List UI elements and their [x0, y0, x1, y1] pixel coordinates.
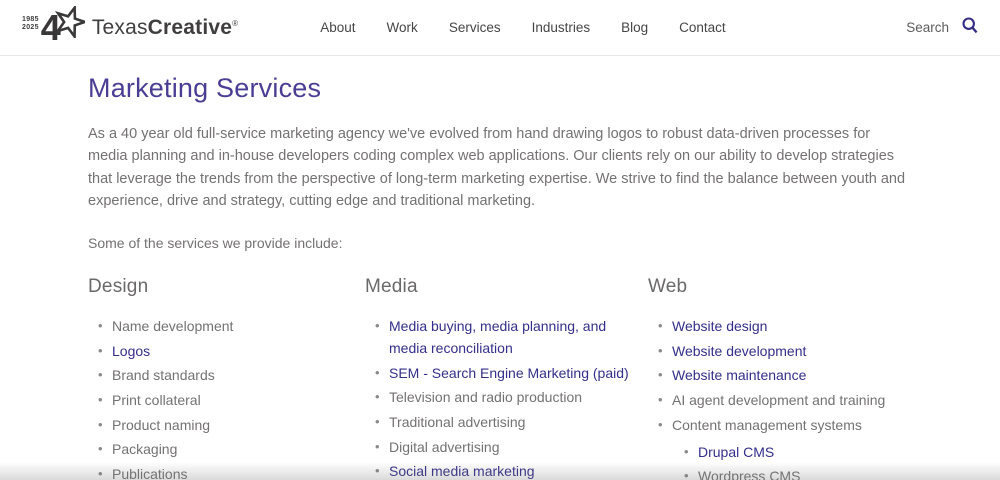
service-list-item: Television and radio production	[375, 386, 648, 408]
intro-paragraph: As a 40 year old full-service marketing …	[88, 126, 906, 209]
registered-mark: ®	[232, 18, 239, 28]
services-lead: Some of the services we provide include:	[88, 235, 343, 252]
search-control[interactable]: Search	[906, 16, 978, 39]
service-label: Traditional advertising	[389, 413, 526, 430]
service-label: Television and radio production	[389, 389, 583, 406]
nav-item-industries[interactable]: Industries	[532, 20, 591, 35]
star-icon	[54, 4, 89, 43]
page-content: Marketing Services As a 40 year old full…	[0, 56, 1000, 480]
service-list-item: Publications	[98, 463, 365, 480]
service-link[interactable]: SEM - Search Engine Marketing (paid)	[389, 365, 629, 381]
service-list-item: Product naming	[98, 414, 365, 436]
service-column-media: Media Media buying, media planning, and m…	[365, 276, 648, 480]
site-header: 1985 2025 4 TexasCreative® About Work Se…	[0, 0, 1000, 56]
service-link[interactable]: Media buying, media planning, and media …	[389, 318, 606, 356]
service-label: AI agent development and training	[672, 391, 886, 408]
service-link[interactable]: Website development	[672, 343, 806, 359]
service-link[interactable]: Website maintenance	[672, 367, 806, 383]
brand-wordmark: TexasCreative®	[92, 16, 238, 40]
service-label: Wordpress CMS	[698, 468, 801, 480]
anniversary-year-end: 2025	[22, 23, 39, 31]
service-list-item: Brand standards	[98, 364, 365, 386]
service-link[interactable]: Social media marketing	[389, 463, 535, 479]
service-label: Brand standards	[112, 367, 215, 384]
service-list-item: Packaging	[98, 438, 365, 460]
brand-name-bold: Creative	[147, 15, 233, 39]
service-list: Drupal CMSWordpress CMSExpressionEngine …	[672, 441, 900, 480]
anniversary-years: 1985 2025	[22, 16, 39, 32]
service-list: Website design Website development Website…	[648, 315, 912, 480]
column-heading: Design	[88, 276, 149, 298]
service-label: Print collateral	[112, 391, 201, 408]
search-icon[interactable]	[962, 16, 978, 39]
service-label: Digital advertising	[389, 438, 500, 455]
service-list-item: SEM - Search Engine Marketing (paid)	[375, 362, 648, 384]
column-heading: Media	[365, 276, 418, 298]
nav-item-blog[interactable]: Blog	[621, 20, 648, 35]
service-label: Packaging	[112, 441, 178, 458]
service-list-item: Print collateral	[98, 389, 365, 411]
brand-name-regular: Texas	[91, 15, 148, 39]
service-link[interactable]: Website design	[672, 318, 767, 334]
nav-item-about[interactable]: About	[320, 20, 355, 35]
service-list-item: Media buying, media planning, and media …	[375, 315, 648, 359]
service-list-item: Logos	[98, 340, 365, 362]
anniversary-year-start: 1985	[22, 15, 39, 23]
service-column-web: WebWebsite designWebsite developmentWebs…	[648, 276, 912, 480]
nav-item-services[interactable]: Services	[449, 20, 501, 35]
service-list-item: Social media marketing	[375, 460, 648, 480]
service-list: Name development Logos Brand standards Prin…	[88, 315, 365, 480]
service-label: Name development	[112, 318, 234, 335]
service-label: Publications	[112, 465, 188, 480]
service-label: Product naming	[112, 416, 211, 433]
page-title: Marketing Services	[88, 73, 322, 103]
service-link[interactable]: Logos	[112, 343, 150, 359]
service-list-item: Website design	[658, 315, 912, 337]
service-list-item: AI agent development and training	[658, 389, 912, 411]
service-list: Media buying, media planning, and media …	[365, 315, 648, 480]
service-column-design: Design Name development Logos Brand standar…	[88, 276, 365, 480]
column-heading: Web	[648, 276, 688, 298]
service-list-item: Name development	[98, 315, 365, 337]
nav-item-work[interactable]: Work	[387, 20, 418, 35]
nav-item-contact[interactable]: Contact	[679, 20, 726, 35]
service-link[interactable]: Drupal CMS	[698, 444, 774, 460]
service-list-item: Wordpress CMS	[684, 465, 900, 480]
search-label: Search	[906, 20, 949, 35]
service-list-item: Traditional advertising	[375, 411, 648, 433]
service-list-item: Website maintenance	[658, 364, 912, 386]
service-list-item: Drupal CMS	[684, 441, 900, 463]
service-list-item: Content management systems Drupal CMS Word…	[658, 414, 912, 480]
service-columns: Design Name development Logos Brand standar…	[88, 276, 912, 480]
brand-logo[interactable]: 1985 2025 4 TexasCreative®	[22, 4, 238, 46]
main-nav: About Work Services Industries Blog Cont…	[320, 20, 725, 35]
service-label: Content management systems	[672, 416, 862, 433]
service-list-item: Website development	[658, 340, 912, 362]
service-list-item: Digital advertising	[375, 436, 648, 458]
